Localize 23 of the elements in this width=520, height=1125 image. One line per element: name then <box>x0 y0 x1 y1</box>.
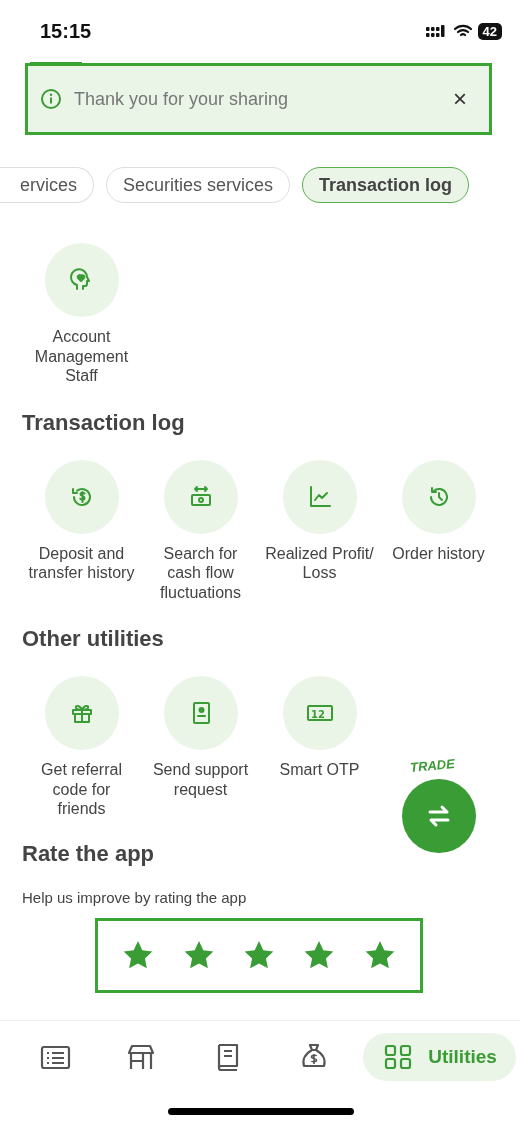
utility-item[interactable]: Order history <box>379 459 498 602</box>
utility-item[interactable]: Send support request <box>141 676 260 819</box>
wifi-icon <box>453 24 472 38</box>
utility-item[interactable]: Search for cash flow fluctuations <box>141 459 260 602</box>
toast-message: Thank you for your sharing <box>74 88 290 110</box>
section-heading: Transaction log <box>22 409 185 436</box>
utility-item[interactable]: Realized Profit/ Loss <box>260 459 379 602</box>
section-heading: Other utilities <box>22 626 164 652</box>
battery-indicator: 42 <box>477 22 502 40</box>
close-button[interactable]: × <box>447 85 473 113</box>
utility-item[interactable]: Account Management Staff <box>22 243 141 386</box>
info-icon <box>40 88 62 110</box>
category-tab[interactable]: Securities services <box>106 167 291 203</box>
utility-item[interactable]: Get referral code for friends <box>22 676 141 819</box>
signal-icon <box>425 24 448 38</box>
section-heading: Rate the app <box>22 840 155 867</box>
status-time: 15:15 <box>40 19 92 43</box>
category-tab[interactable]: Transaction log <box>302 167 470 203</box>
utility-item[interactable]: 12 Smart OTP <box>260 676 379 819</box>
rating-prompt: Help us improve by rating the app <box>22 888 247 906</box>
utility-item[interactable]: Deposit and transfer history <box>22 459 141 602</box>
trade-label: TRADE <box>409 756 455 775</box>
category-tab[interactable]: ervices <box>0 167 94 203</box>
